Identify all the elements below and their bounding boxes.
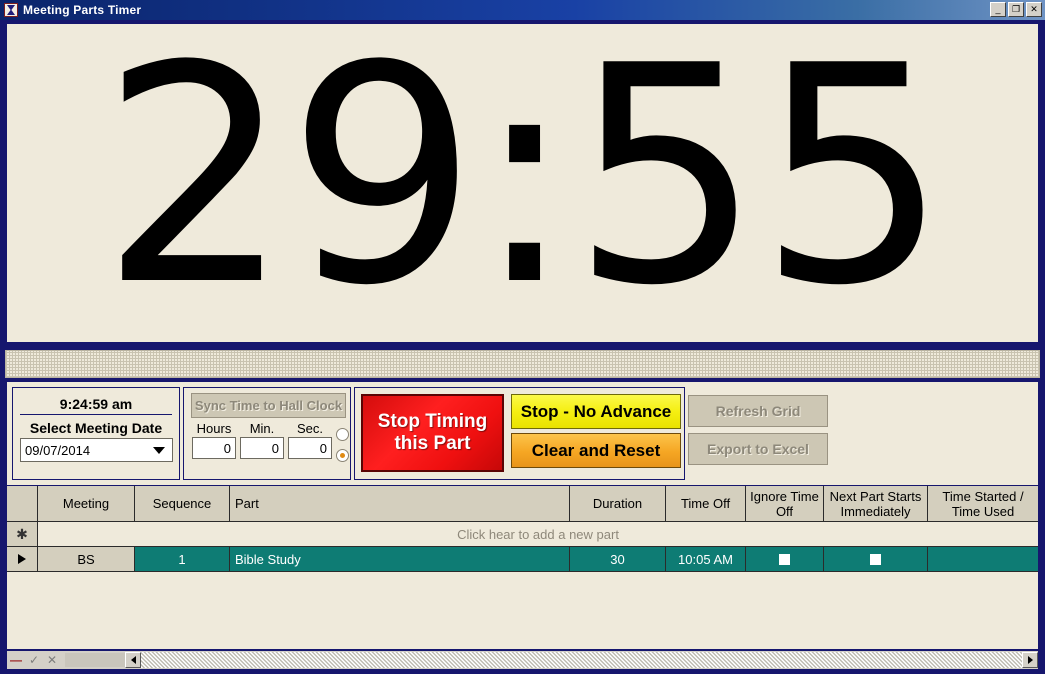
cell-time-started-used[interactable]	[928, 547, 1038, 571]
ignore-time-off-line2: Off	[775, 503, 794, 519]
next-part-line1: Next Part Starts	[829, 488, 922, 504]
refresh-grid-button[interactable]: Refresh Grid	[688, 395, 828, 427]
sync-time-button[interactable]: Sync Time to Hall Clock	[191, 393, 346, 418]
status-spacer	[65, 653, 125, 667]
export-to-excel-button[interactable]: Export to Excel	[688, 433, 828, 465]
scroll-right-button[interactable]	[1022, 652, 1038, 668]
stop-timing-line1: Stop Timing	[377, 411, 488, 432]
sync-group: Sync Time to Hall Clock Hours 0 Min. 0 S…	[183, 387, 371, 480]
table-row[interactable]: BS 1 Bible Study 30 10:05 AM	[7, 547, 1038, 572]
cell-duration[interactable]: 30	[570, 547, 666, 571]
next-part-immediately-checkbox[interactable]	[870, 553, 881, 565]
new-record-row[interactable]: ✱ Click hear to add a new part	[7, 522, 1038, 547]
meeting-date-combo[interactable]: 09/07/2014	[20, 438, 173, 462]
ignore-time-off-checkbox[interactable]	[779, 553, 790, 565]
cell-part[interactable]: Bible Study	[230, 547, 570, 571]
column-header-next-part-immediately[interactable]: Next Part Starts Immediately	[824, 486, 928, 521]
close-icon: ✕	[1030, 4, 1038, 14]
application-window: Meeting Parts Timer _ ❐ ✕ 29:55 9:24:59 …	[0, 0, 1045, 674]
timer-display-panel: 29:55	[5, 22, 1040, 344]
stop-no-advance-button[interactable]: Stop - No Advance	[511, 394, 681, 429]
status-scroll-bar: — ✓ ✕	[5, 651, 1040, 669]
am-radio-icon	[336, 428, 349, 441]
check-icon[interactable]: ✓	[25, 652, 43, 668]
hours-input[interactable]: 0	[192, 437, 236, 459]
minutes-label: Min.	[249, 421, 275, 436]
seconds-label: Sec.	[296, 421, 323, 436]
column-header-meeting[interactable]: Meeting	[38, 486, 135, 521]
form-section-separator	[5, 350, 1040, 378]
add-new-part-hint: Click hear to add a new part	[457, 526, 619, 542]
column-header-ignore-time-off[interactable]: Ignore Time Off	[746, 486, 824, 521]
stop-timing-line2: this Part	[394, 433, 471, 454]
column-header-part[interactable]: Part	[230, 486, 570, 521]
ignore-time-off-line1: Ignore Time	[750, 488, 819, 504]
table-header-row: Meeting Sequence Part Duration Time Off …	[7, 486, 1038, 522]
current-time-label: 9:24:59 am	[20, 393, 172, 415]
window-controls: _ ❐ ✕	[990, 2, 1042, 17]
chevron-down-icon	[153, 446, 165, 454]
minimize-button[interactable]: _	[990, 2, 1006, 17]
scroll-left-button[interactable]	[125, 652, 141, 668]
timer-value: 29:55	[100, 22, 949, 344]
meeting-date-label: Select Meeting Date	[29, 420, 163, 436]
cell-meeting[interactable]: BS	[38, 547, 135, 571]
close-button[interactable]: ✕	[1026, 2, 1042, 17]
cell-ignore-time-off[interactable]	[746, 547, 824, 571]
time-offset-fields: Hours 0 Min. 0 Sec. 0	[192, 421, 344, 459]
access-form-icon	[4, 3, 18, 17]
grid-tools-group: Refresh Grid Export to Excel	[688, 387, 836, 480]
window-bottom-border	[5, 669, 1040, 671]
pm-radio-icon	[336, 449, 349, 462]
meeting-date-value: 09/07/2014	[25, 442, 91, 458]
cell-sequence[interactable]: 1	[135, 547, 230, 571]
stop-timing-button[interactable]: Stop Timing this Part	[361, 394, 504, 472]
maximize-button[interactable]: ❐	[1008, 2, 1024, 17]
window-title: Meeting Parts Timer	[23, 3, 142, 17]
title-bar: Meeting Parts Timer _ ❐ ✕	[0, 0, 1045, 20]
section-divider-line	[3, 344, 1042, 349]
window-client-area: 29:55 9:24:59 am Select Meeting Date 09/…	[3, 20, 1042, 671]
action-buttons-group: Stop Timing this Part Stop - No Advance …	[354, 387, 685, 480]
column-header-time-off[interactable]: Time Off	[666, 486, 746, 521]
clear-and-reset-button[interactable]: Clear and Reset	[511, 433, 681, 468]
minutes-field-group: Min. 0	[240, 421, 284, 459]
arrow-left-icon	[130, 656, 136, 664]
horizontal-scrollbar-track[interactable]	[141, 652, 1022, 668]
minutes-input[interactable]: 0	[240, 437, 284, 459]
hours-label: Hours	[196, 421, 232, 436]
minimize-icon: _	[995, 4, 1001, 14]
seconds-input[interactable]: 0	[288, 437, 332, 459]
maximize-icon: ❐	[1011, 4, 1021, 14]
control-panel: 9:24:59 am Select Meeting Date 09/07/201…	[5, 380, 1040, 485]
parts-datasheet: Meeting Sequence Part Duration Time Off …	[5, 485, 1040, 651]
time-started-line2: Time Used	[951, 503, 1015, 519]
x-icon[interactable]: ✕	[43, 652, 61, 668]
clock-group: 9:24:59 am Select Meeting Date 09/07/201…	[12, 387, 180, 480]
delete-record-icon[interactable]: —	[7, 652, 25, 668]
cell-time-off[interactable]: 10:05 AM	[666, 547, 746, 571]
current-record-indicator[interactable]	[7, 547, 38, 571]
hours-field-group: Hours 0	[192, 421, 236, 459]
column-header-time-started-used[interactable]: Time Started / Time Used	[928, 486, 1038, 521]
new-record-marker: ✱	[7, 522, 38, 546]
next-part-line2: Immediately	[840, 503, 911, 519]
cell-next-part-immediately[interactable]	[824, 547, 928, 571]
time-started-line1: Time Started /	[942, 488, 1024, 504]
arrow-right-icon	[18, 554, 26, 564]
record-selector-header	[7, 486, 38, 521]
column-header-sequence[interactable]: Sequence	[135, 486, 230, 521]
arrow-right-icon	[1027, 656, 1033, 664]
column-header-duration[interactable]: Duration	[570, 486, 666, 521]
seconds-field-group: Sec. 0	[288, 421, 332, 459]
